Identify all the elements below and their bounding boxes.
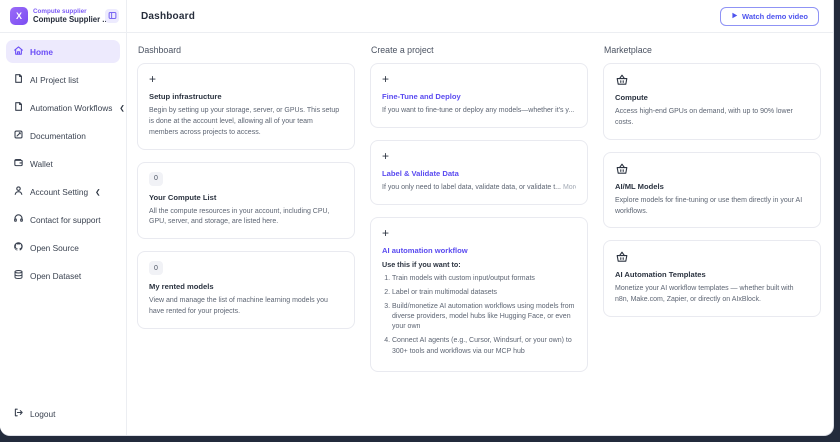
list-item: Train models with custom input/output fo… — [392, 274, 576, 284]
plus-icon: + — [149, 72, 157, 86]
watch-demo-button[interactable]: Watch demo video — [720, 6, 819, 26]
brand-text: Compute supplier Compute Supplier ... — [33, 7, 109, 25]
card-body: Access high-end GPUs on demand, with up … — [615, 108, 793, 126]
header-main: Dashboard Watch demo video — [127, 0, 833, 32]
note-icon — [13, 129, 24, 142]
brand-title: Compute Supplier ... — [33, 15, 109, 25]
card-title: My rented models — [149, 282, 214, 292]
more-link[interactable]: More — [563, 184, 576, 191]
card-title: Compute — [615, 93, 648, 102]
basket-icon — [615, 73, 629, 87]
sidebar-item-label: Account Setting — [30, 186, 89, 197]
basket-icon — [615, 250, 629, 264]
card-body: If you only need to label data, validate… — [382, 183, 576, 194]
sidebar-item-open-dataset[interactable]: Open Dataset — [6, 264, 120, 287]
card-your-compute-list[interactable]: 0 Your Compute List All the compute reso… — [137, 161, 355, 240]
column-heading: Marketplace — [604, 45, 652, 55]
card-my-rented-models[interactable]: 0 My rented models View and manage the l… — [137, 251, 355, 329]
sidebar-item-label: Open Source — [30, 242, 79, 253]
watch-demo-label: Watch demo video — [742, 11, 808, 21]
user-icon — [13, 185, 24, 198]
basket-icon — [615, 162, 629, 176]
card-title: Setup infrastructure — [149, 92, 222, 101]
card-compute[interactable]: Compute Access high-end GPUs on demand, … — [603, 63, 821, 140]
home-icon — [13, 45, 24, 58]
card-ai-ml-models[interactable]: AI/ML Models Explore models for fine-tun… — [603, 151, 821, 229]
count-badge: 0 — [149, 171, 163, 186]
list-item: Label or train multimodal datasets — [392, 288, 576, 298]
sidebar-item-label: Open Dataset — [30, 270, 82, 281]
card-title-link[interactable]: Label & Validate Data — [382, 169, 576, 178]
sidebar-item-label: AI Project list — [30, 74, 79, 85]
card-body: Explore models for fine-tuning or use th… — [615, 196, 803, 215]
card-title: AI/ML Models — [615, 181, 664, 191]
sidebar-item-label: Wallet — [30, 158, 53, 169]
sidebar-item-ai-project-list[interactable]: AI Project list — [6, 68, 120, 91]
sidebar-item-automation-workflows[interactable]: Automation Workflows ❮ — [6, 96, 125, 119]
play-icon — [731, 12, 738, 21]
plus-icon: + — [382, 72, 390, 86]
sidebar-item-account-setting[interactable]: Account Setting ❮ — [6, 180, 120, 203]
card-body: Monetize your AI workflow templates — wh… — [615, 285, 794, 304]
card-setup-infrastructure[interactable]: + Setup infrastructure Begin by setting … — [137, 63, 355, 150]
sidebar-toggle-button[interactable] — [105, 9, 119, 23]
logout-icon — [13, 407, 24, 420]
column-marketplace: Marketplace Compute Access high-end GPUs… — [603, 43, 821, 435]
card-body: If you want to fine-tune or deploy any m… — [382, 107, 575, 114]
column-heading: Dashboard — [138, 45, 182, 55]
sidebar-item-open-source[interactable]: Open Source — [6, 236, 120, 259]
card-body: All the compute resources in your accoun… — [149, 207, 330, 226]
column-heading: Create a project — [371, 45, 434, 55]
sidebar-item-label: Home — [30, 46, 54, 57]
app-body: Home AI Project list Automation Workflow… — [0, 33, 833, 435]
card-title: Your Compute List — [149, 192, 217, 202]
brand-logo: X — [10, 7, 28, 25]
chevron-left-icon: ❮ — [95, 188, 101, 196]
card-ai-automation-templates[interactable]: AI Automation Templates Monetize your AI… — [603, 240, 821, 318]
card-title-link[interactable]: Fine-Tune and Deploy — [382, 92, 576, 101]
card-fine-tune-deploy[interactable]: + Fine-Tune and Deploy If you want to fi… — [370, 63, 588, 128]
column-dashboard: Dashboard + Setup infrastructure Begin b… — [137, 43, 355, 435]
sidebar-item-documentation[interactable]: Documentation — [6, 124, 120, 147]
list-item: Build/monetize AI automation workflows u… — [392, 302, 576, 332]
card-subtitle: Use this if you want to: — [382, 259, 461, 269]
file-icon — [13, 101, 24, 114]
sidebar-item-label: Contact for support — [30, 214, 101, 225]
brand-subtitle: Compute supplier — [33, 7, 87, 15]
sidebar-collapse-icon — [108, 7, 117, 25]
card-title: AI Automation Templates — [615, 270, 706, 280]
plus-icon: + — [382, 225, 390, 240]
logout-button[interactable]: Logout — [6, 402, 120, 425]
sidebar-item-home[interactable]: Home — [6, 40, 120, 63]
logout-label: Logout — [30, 408, 56, 419]
github-icon — [13, 241, 24, 254]
card-ai-automation-workflow[interactable]: + AI automation workflow Use this if you… — [370, 216, 588, 372]
card-body: View and manage the list of machine lear… — [149, 297, 328, 316]
plus-icon: + — [382, 148, 390, 163]
page-title: Dashboard — [141, 10, 196, 22]
column-create-project: Create a project + Fine-Tune and Deploy … — [370, 43, 588, 435]
sidebar-item-label: Automation Workflows — [30, 102, 113, 113]
sidebar-item-contact-for-support[interactable]: Contact for support — [6, 208, 120, 231]
card-title-link[interactable]: AI automation workflow — [382, 246, 576, 255]
chevron-left-icon: ❮ — [119, 104, 125, 112]
main-content: Dashboard + Setup infrastructure Begin b… — [127, 33, 833, 435]
use-case-list: Train models with custom input/output fo… — [382, 274, 576, 357]
file-icon — [13, 73, 24, 86]
database-icon — [13, 269, 24, 282]
count-badge: 0 — [149, 261, 163, 276]
sidebar-item-wallet[interactable]: Wallet — [6, 152, 120, 175]
logout-wrap: Logout — [6, 402, 120, 425]
card-body: Begin by setting up your storage, server… — [149, 107, 340, 136]
sidebar: Home AI Project list Automation Workflow… — [0, 33, 127, 435]
card-label-validate-data[interactable]: + Label & Validate Data If you only need… — [370, 139, 588, 205]
app-window: X Compute supplier Compute Supplier ... … — [0, 0, 834, 436]
headset-icon — [13, 213, 24, 226]
brand: X Compute supplier Compute Supplier ... — [0, 0, 127, 32]
sidebar-item-label: Documentation — [30, 130, 86, 141]
list-item: Connect AI agents (e.g., Cursor, Windsur… — [392, 336, 576, 356]
header: X Compute supplier Compute Supplier ... … — [0, 0, 833, 33]
wallet-icon — [13, 157, 24, 170]
